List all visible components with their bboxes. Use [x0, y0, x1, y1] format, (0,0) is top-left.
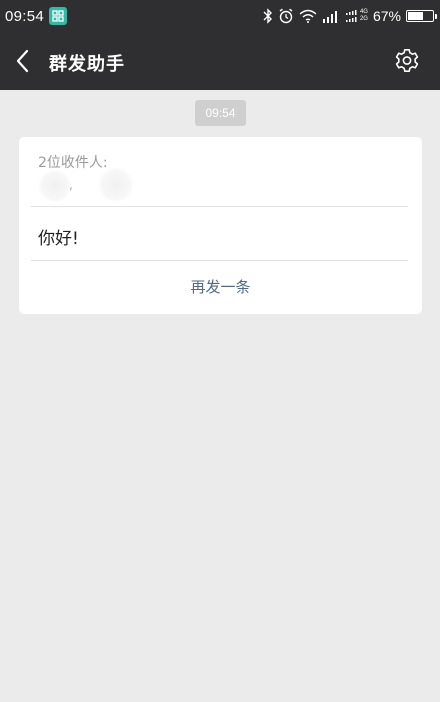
- network-type-bottom: 2G: [359, 16, 368, 22]
- back-button[interactable]: [12, 48, 36, 74]
- dual-signal-icon: 4G 2G: [345, 9, 368, 23]
- bluetooth-icon: [263, 8, 273, 24]
- settings-button[interactable]: [394, 48, 420, 74]
- battery-percent: 67%: [372, 8, 401, 24]
- broadcast-message-card: 2位收件人: , 你好! 再发一条: [19, 137, 422, 314]
- alarm-icon: [278, 8, 294, 24]
- resend-button[interactable]: 再发一条: [19, 276, 422, 297]
- recipients-separator: ,: [69, 178, 73, 192]
- status-time: 09:54: [5, 7, 45, 25]
- title-bar: 群发助手: [0, 32, 440, 90]
- recipient-avatar: [98, 168, 134, 202]
- status-bar-left: 09:54: [5, 7, 68, 25]
- signal-icon: [322, 10, 340, 23]
- message-text: 你好!: [38, 229, 79, 249]
- network-type-top: 4G: [359, 9, 368, 15]
- divider: [31, 260, 408, 261]
- status-bar-right: 4G 2G 67%: [263, 8, 437, 24]
- battery-level: [408, 12, 423, 20]
- page-title: 群发助手: [49, 54, 125, 75]
- status-bar: 09:54 4G 2G 67%: [0, 0, 440, 32]
- recipient-avatar: [38, 170, 72, 202]
- gear-icon: [395, 49, 419, 72]
- chevron-left-icon: [16, 49, 29, 73]
- divider: [31, 206, 408, 207]
- app-notification-icon: [49, 7, 68, 25]
- chat-timestamp: 09:54: [195, 100, 246, 126]
- network-type: 4G 2G: [360, 9, 368, 23]
- recipients-list[interactable]: ,: [38, 168, 158, 202]
- wifi-icon: [299, 9, 317, 23]
- battery-icon: [406, 10, 437, 22]
